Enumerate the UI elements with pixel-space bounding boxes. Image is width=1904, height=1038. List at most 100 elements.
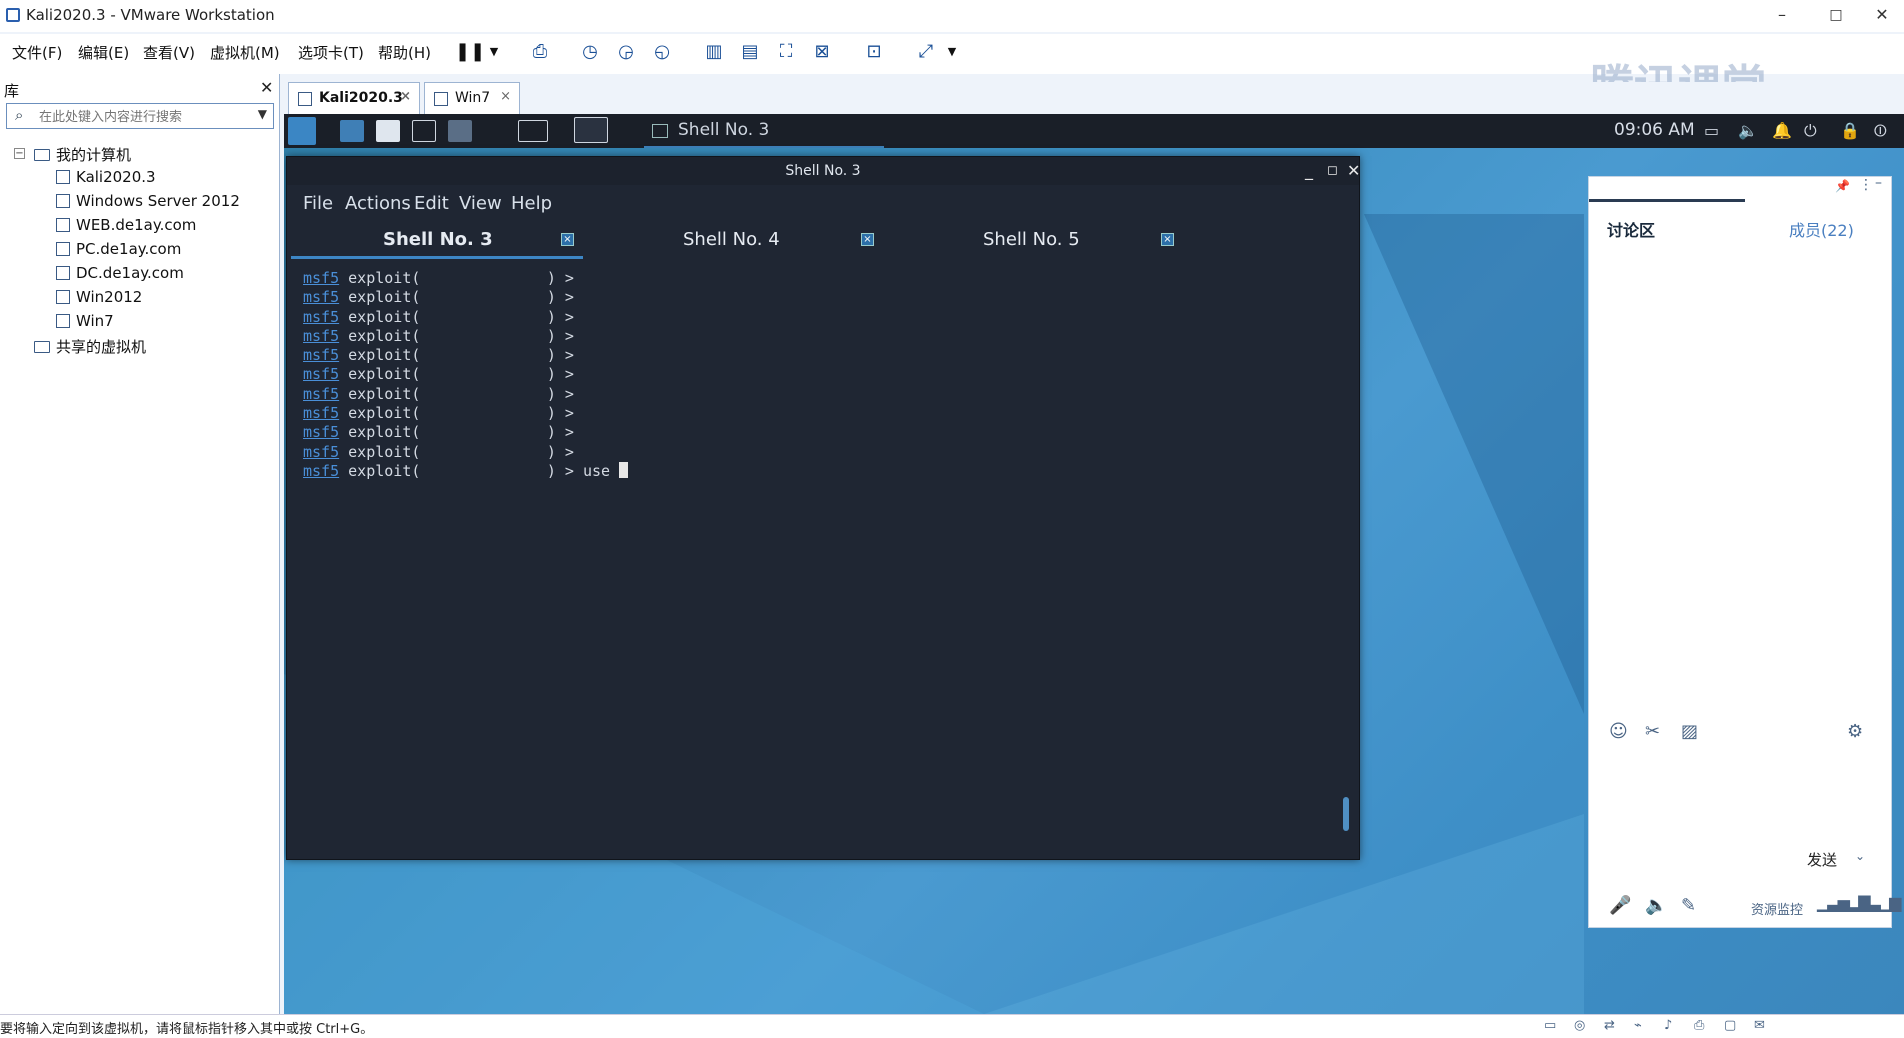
close-button[interactable]: ✕ xyxy=(1862,2,1902,28)
tree-vm-win2012-server[interactable]: Windows Server 2012 xyxy=(56,192,240,210)
tree-my-computer[interactable]: 我的计算机 xyxy=(34,144,131,165)
pin-icon[interactable]: 📌 xyxy=(1835,179,1850,193)
workspace-2-icon[interactable] xyxy=(574,117,608,143)
more-icon[interactable]: ⋮ xyxy=(1859,177,1873,193)
tree-collapse-icon[interactable]: − xyxy=(14,148,25,159)
prompt-body: exploit( ) > xyxy=(339,404,574,423)
console-view-icon[interactable]: ⊡ xyxy=(862,40,886,64)
terminal-tab-shell4[interactable]: Shell No. 4 × xyxy=(587,219,887,259)
menu-edit[interactable]: 编辑(E) xyxy=(78,42,129,63)
sound-icon[interactable]: ♪ xyxy=(1664,1018,1672,1033)
tab-close-icon[interactable]: × xyxy=(500,89,511,104)
tree-vm-kali[interactable]: Kali2020.3 xyxy=(56,168,156,186)
image-icon[interactable]: ▨ xyxy=(1681,721,1698,742)
library-search[interactable]: ⌕ ▼ xyxy=(6,103,274,129)
menu-help[interactable]: 帮助(H) xyxy=(378,42,431,63)
tab-close-icon[interactable]: × xyxy=(1161,233,1174,246)
scissors-icon[interactable]: ✂ xyxy=(1645,721,1660,742)
workspace-1-icon[interactable] xyxy=(518,120,548,142)
tab-members[interactable]: 成员(22) xyxy=(1789,217,1854,241)
terminal-menu-file[interactable]: File xyxy=(303,193,333,214)
minimize-button[interactable]: – xyxy=(1762,2,1802,28)
terminal-titlebar[interactable]: Shell No. 3 _ ◻ ✕ xyxy=(287,157,1360,185)
message-icon[interactable]: ✉ xyxy=(1754,1018,1765,1033)
thumbnail-bar-icon[interactable]: ▤ xyxy=(738,40,762,64)
menu-vm[interactable]: 虚拟机(M) xyxy=(210,42,280,63)
emoji-icon[interactable]: ☺ xyxy=(1609,721,1628,742)
logout-icon[interactable]: ⏼ xyxy=(1874,121,1887,141)
tab-kali[interactable]: Kali2020.3 × xyxy=(288,82,420,114)
tool-icon[interactable]: ✎ xyxy=(1681,895,1696,916)
volume-icon[interactable]: 🔈 xyxy=(1738,121,1758,140)
maximize-button[interactable]: □ xyxy=(1816,2,1856,28)
cdrom-icon[interactable]: ◎ xyxy=(1574,1018,1585,1033)
notification-bell-icon[interactable]: 🔔 xyxy=(1772,121,1792,140)
menu-file[interactable]: 文件(F) xyxy=(12,42,62,63)
speaker-icon[interactable]: 🔈 xyxy=(1645,895,1667,916)
dropdown-icon[interactable]: ▼ xyxy=(482,40,506,64)
file-manager-icon[interactable] xyxy=(376,120,400,142)
terminal-title: Shell No. 3 xyxy=(785,163,861,179)
terminal-window[interactable]: Shell No. 3 _ ◻ ✕ File Actions Edit View… xyxy=(286,156,1360,860)
fullscreen-icon[interactable]: ⛶ xyxy=(774,40,798,64)
tab-discussion[interactable]: 讨论区 xyxy=(1607,217,1655,241)
printer-icon[interactable]: ⎙ xyxy=(1694,1018,1704,1033)
send-options-icon[interactable]: ⌄ xyxy=(1855,849,1865,863)
minimize-icon[interactable]: – xyxy=(1875,175,1882,191)
display-icon[interactable]: ▭ xyxy=(1704,121,1719,140)
tree-vm-win2012[interactable]: Win2012 xyxy=(56,288,142,306)
browser-icon[interactable] xyxy=(448,120,472,142)
settings-icon[interactable]: ⚙ xyxy=(1847,721,1863,742)
terminal-minimize-icon[interactable]: _ xyxy=(1305,157,1313,185)
library-close-icon[interactable]: ✕ xyxy=(260,78,273,97)
terminal-launcher-icon[interactable] xyxy=(412,120,436,142)
pause-icon[interactable]: ❚❚ xyxy=(455,40,485,64)
search-dropdown-icon[interactable]: ▼ xyxy=(258,107,267,121)
terminal-tab-shell3[interactable]: Shell No. 3 × xyxy=(287,219,587,259)
terminal-menu-view[interactable]: View xyxy=(459,193,502,214)
taskbar-shell-no3[interactable]: Shell No. 3 xyxy=(644,118,884,148)
terminal-maximize-icon[interactable]: ◻ xyxy=(1327,157,1338,185)
lock-icon[interactable]: 🔒 xyxy=(1840,121,1860,140)
tab-close-icon[interactable]: × xyxy=(561,233,574,246)
tree-vm-dc[interactable]: DC.de1ay.com xyxy=(56,264,184,282)
network-icon[interactable]: ⇄ xyxy=(1604,1018,1615,1033)
send-keys-icon[interactable]: ⎙ xyxy=(528,40,552,64)
snapshot-manager-icon[interactable]: ◵ xyxy=(650,40,674,64)
tree-vm-pc[interactable]: PC.de1ay.com xyxy=(56,240,181,258)
menu-view[interactable]: 查看(V) xyxy=(143,42,195,63)
display-device-icon[interactable]: ▢ xyxy=(1724,1018,1736,1033)
terminal-output[interactable]: msf5 exploit( ) > msf5 exploit( ) > msf5 e… xyxy=(303,269,1323,829)
stretch-icon[interactable]: ⤢ xyxy=(914,40,938,64)
microphone-icon[interactable]: 🎤 xyxy=(1609,895,1631,916)
sidebar-toggle-icon[interactable]: ▥ xyxy=(702,40,726,64)
resource-monitor-label[interactable]: 资源监控 xyxy=(1751,899,1803,918)
show-desktop-icon[interactable] xyxy=(340,120,364,142)
tab-win7[interactable]: Win7 × xyxy=(424,82,520,114)
terminal-close-icon[interactable]: ✕ xyxy=(1347,157,1360,185)
terminal-menu-actions[interactable]: Actions xyxy=(345,193,411,214)
terminal-tab-shell5[interactable]: Shell No. 5 × xyxy=(887,219,1187,259)
tab-close-icon[interactable]: × xyxy=(400,89,411,104)
tree-vm-web[interactable]: WEB.de1ay.com xyxy=(56,216,196,234)
menu-tabs[interactable]: 选项卡(T) xyxy=(298,42,364,63)
clock[interactable]: 09:06 AM xyxy=(1614,120,1695,140)
terminal-line: msf5 exploit( ) > xyxy=(303,346,1323,365)
terminal-menu-help[interactable]: Help xyxy=(511,193,552,214)
hdd-icon[interactable]: ▭ xyxy=(1544,1018,1556,1033)
tab-close-icon[interactable]: × xyxy=(861,233,874,246)
tree-shared-vms[interactable]: 共享的虚拟机 xyxy=(34,336,146,357)
revert-snapshot-icon[interactable]: ◶ xyxy=(614,40,638,64)
power-icon[interactable]: ⏻ xyxy=(1804,121,1817,141)
tree-vm-win7[interactable]: Win7 xyxy=(56,312,114,330)
snapshot-icon[interactable]: ◷ xyxy=(578,40,602,64)
stretch-dropdown-icon[interactable]: ▼ xyxy=(940,40,964,64)
terminal-scrollbar[interactable] xyxy=(1343,797,1349,831)
library-search-input[interactable] xyxy=(37,107,251,127)
terminal-menu-edit[interactable]: Edit xyxy=(414,193,449,214)
terminal-line: msf5 exploit( ) > xyxy=(303,404,1323,423)
unity-icon[interactable]: ⊠ xyxy=(810,40,834,64)
usb-icon[interactable]: ⌁ xyxy=(1634,1018,1642,1033)
kali-menu-icon[interactable] xyxy=(288,117,316,145)
send-button[interactable]: 发送 xyxy=(1807,849,1837,870)
